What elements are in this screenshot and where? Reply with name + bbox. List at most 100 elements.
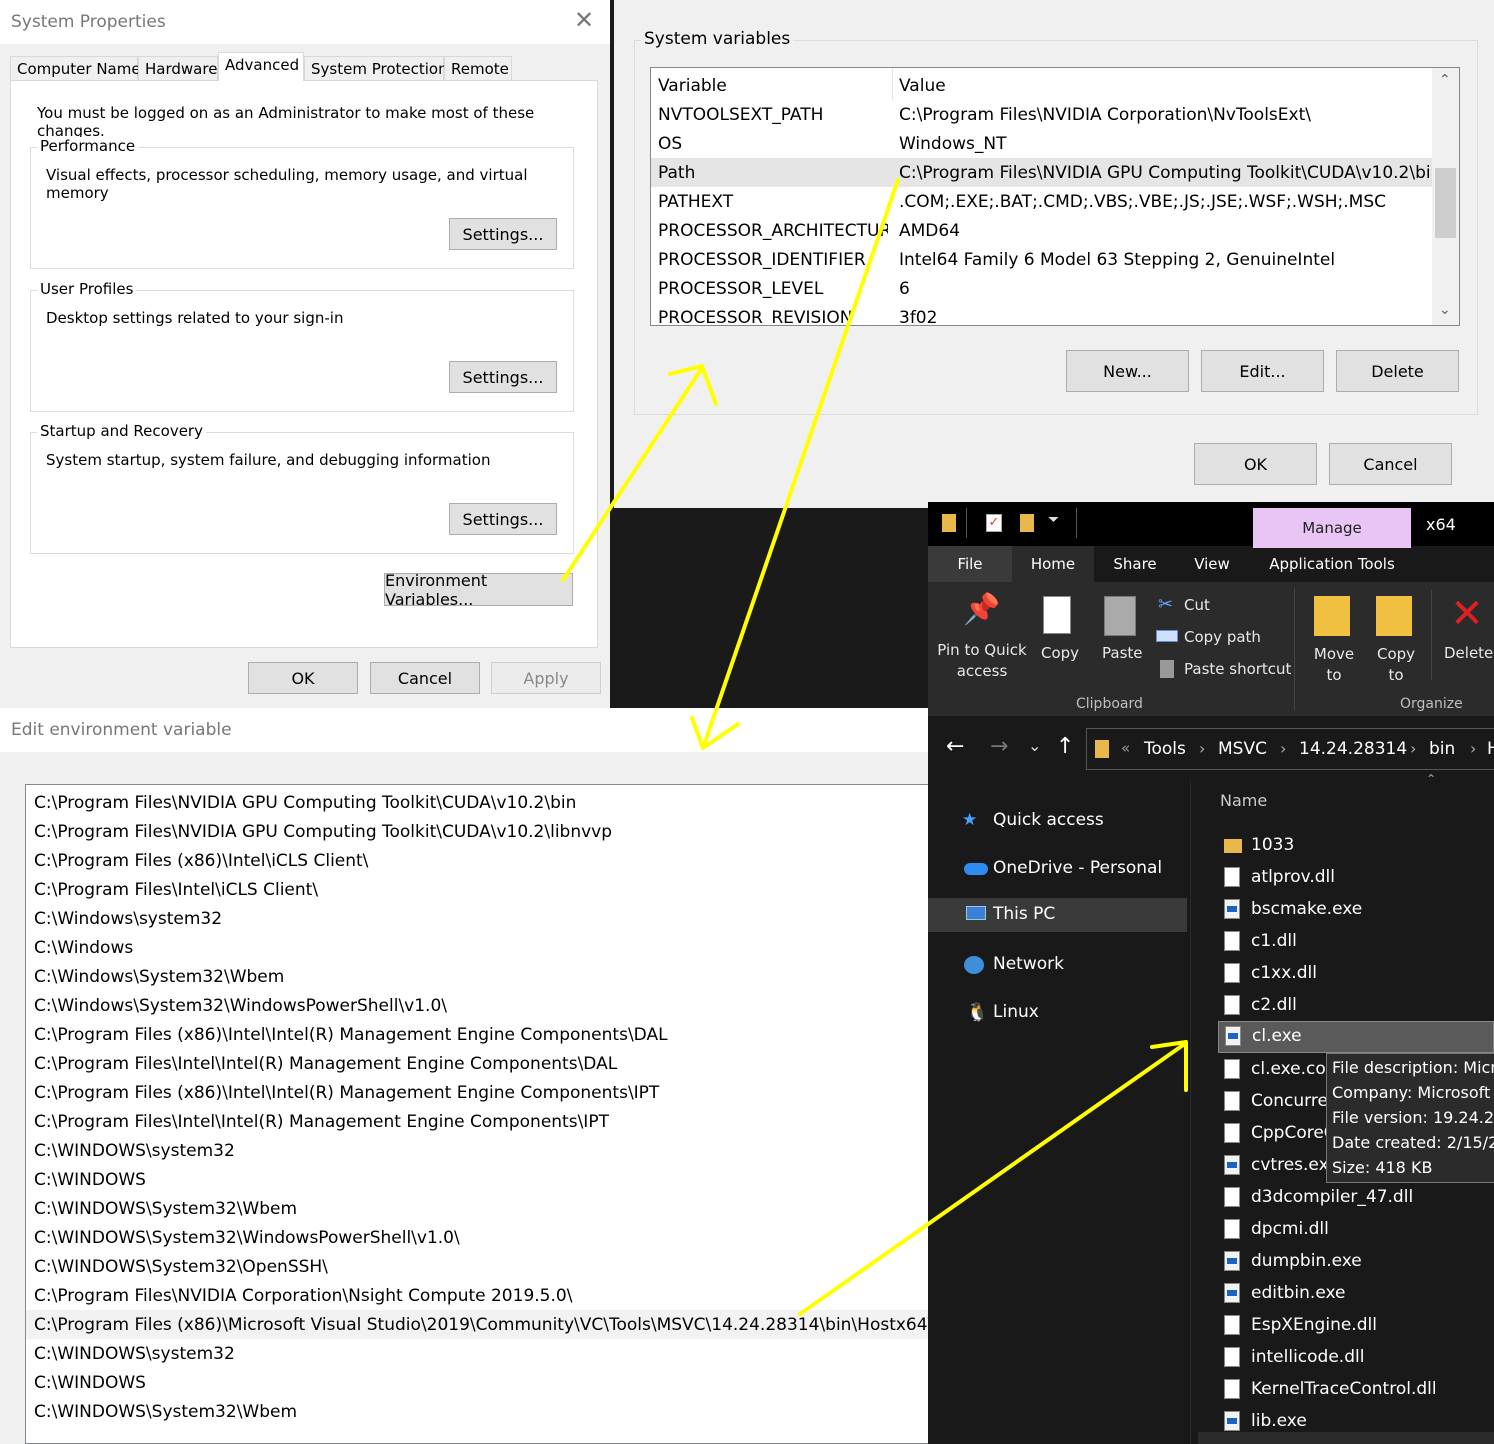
pin-to-quick-access-button[interactable]: 📌 Pin to Quick access [936,592,1028,692]
column-header-name[interactable]: Name [1220,791,1267,810]
ok-button[interactable]: OK [248,662,358,694]
tab-home[interactable]: Home [1012,546,1094,582]
list-item[interactable]: C:\Program Files\Intel\iCLS Client\ [26,875,929,904]
file-row[interactable]: atlprov.dll [1218,863,1488,893]
startup-settings-button[interactable]: Settings... [449,503,557,535]
list-item[interactable]: C:\WINDOWS\System32\Wbem [26,1397,929,1426]
table-row[interactable]: NVTOOLSEXT_PATH C:\Program Files\NVIDIA C… [651,100,1459,129]
paste-shortcut-button[interactable]: Paste shortcut [1158,658,1298,682]
tab-computer-name[interactable]: Computer Name [10,56,141,80]
file-row[interactable]: intellicode.dll [1218,1343,1488,1373]
file-row-selected[interactable]: cl.exe [1218,1021,1494,1053]
path-list[interactable]: C:\Program Files\NVIDIA GPU Computing To… [25,784,930,1444]
breadcrumb-separator-icon[interactable]: › [1280,739,1286,758]
ok-button[interactable]: OK [1194,443,1317,485]
file-row[interactable]: c2.dll [1218,991,1488,1021]
scroll-down-icon[interactable]: ⌄ [1439,302,1451,318]
file-row[interactable]: 1033 [1218,831,1488,861]
properties-icon[interactable]: ✓ [986,514,1002,532]
cancel-button[interactable]: Cancel [370,662,480,694]
list-item-selected[interactable]: C:\Program Files (x86)\Microsoft Visual … [26,1310,929,1339]
delete-button[interactable]: ✕ Delete [1440,592,1494,692]
breadcrumb-msvc[interactable]: MSVC [1218,739,1267,759]
file-row[interactable]: bscmake.exe [1218,895,1488,925]
file-row[interactable]: KernelTraceControl.dll [1218,1375,1488,1405]
table-row[interactable]: PATHEXT .COM;.EXE;.BAT;.CMD;.VBS;.VBE;.JS… [651,187,1459,216]
system-variables-list[interactable]: Variable Value NVTOOLSEXT_PATH C:\Program… [650,67,1460,326]
environment-variables-button[interactable]: Environment Variables... [384,571,573,609]
table-row[interactable]: PROCESSOR_LEVEL 6 [651,274,1459,303]
list-item[interactable]: C:\Program Files\Intel\Intel(R) Manageme… [26,1107,929,1136]
recent-locations-icon[interactable]: ⌄ [1028,736,1041,755]
table-row[interactable]: PROCESSOR_ARCHITECTURE AMD64 [651,216,1459,245]
tab-remote[interactable]: Remote [444,56,512,80]
list-item[interactable]: C:\Windows\System32\WindowsPowerShell\v1… [26,991,929,1020]
address-bar[interactable]: « Tools › MSVC › 14.24.28314 › bin › H [1086,728,1494,770]
paste-button[interactable]: Paste [1096,592,1146,672]
list-item[interactable]: C:\Program Files (x86)\Intel\iCLS Client… [26,846,929,875]
forward-arrow-icon[interactable]: → [990,734,1008,759]
breadcrumb-version[interactable]: 14.24.28314 [1299,739,1407,759]
back-arrow-icon[interactable]: ← [946,734,964,759]
edit-button[interactable]: Edit... [1201,350,1324,392]
nav-this-pc[interactable]: This PC [928,898,1187,932]
file-row[interactable]: c1.dll [1218,927,1488,957]
scroll-up-icon[interactable]: ⌃ [1439,72,1451,88]
apply-button[interactable]: Apply [491,662,601,694]
list-item[interactable]: C:\WINDOWS\system32 [26,1136,929,1165]
horizontal-scrollbar[interactable] [1198,1432,1494,1444]
list-item[interactable]: C:\WINDOWS [26,1165,929,1194]
list-item[interactable]: C:\WINDOWS\system32 [26,1339,929,1368]
move-to-button[interactable]: Move to [1306,592,1356,692]
list-item[interactable]: C:\Windows\System32\Wbem [26,962,929,991]
list-item[interactable]: C:\WINDOWS\System32\Wbem [26,1194,929,1223]
user-profiles-settings-button[interactable]: Settings... [449,361,557,393]
list-item[interactable]: C:\Program Files (x86)\Intel\Intel(R) Ma… [26,1020,929,1049]
tab-system-protection[interactable]: System Protection [304,56,448,80]
tab-share[interactable]: Share [1094,546,1176,582]
close-icon[interactable]: ✕ [574,6,594,34]
list-item[interactable]: C:\Windows\system32 [26,904,929,933]
tab-view[interactable]: View [1176,546,1248,582]
file-row[interactable]: dumpbin.exe [1218,1247,1488,1277]
column-value[interactable]: Value [899,76,946,96]
tab-hardware[interactable]: Hardware [138,56,218,80]
list-item[interactable]: C:\Program Files\NVIDIA GPU Computing To… [26,788,929,817]
file-row[interactable]: c1xx.dll [1218,959,1488,989]
list-item[interactable]: C:\WINDOWS\System32\OpenSSH\ [26,1252,929,1281]
scroll-thumb[interactable] [1435,168,1456,238]
list-item[interactable]: C:\WINDOWS [26,1368,929,1397]
breadcrumb-tools[interactable]: Tools [1144,739,1186,759]
breadcrumb-separator-icon[interactable]: › [1470,739,1476,758]
copy-button[interactable]: Copy [1033,592,1083,672]
file-row[interactable]: EspXEngine.dll [1218,1311,1488,1341]
list-item[interactable]: C:\Program Files\NVIDIA Corporation\Nsig… [26,1281,929,1310]
up-arrow-icon[interactable]: ↑ [1056,734,1074,759]
file-row[interactable]: dpcmi.dll [1218,1215,1488,1245]
overflow-chevron-icon[interactable]: « [1121,739,1130,757]
vertical-scrollbar[interactable]: ⌃ ⌄ [1432,68,1459,325]
new-button[interactable]: New... [1066,350,1189,392]
performance-settings-button[interactable]: Settings... [449,218,557,250]
table-row[interactable]: OS Windows_NT [651,129,1459,158]
tab-application-tools[interactable]: Application Tools [1253,546,1411,582]
manage-tab-header[interactable]: Manage [1253,508,1411,548]
table-row[interactable]: PROCESSOR_REVISION 3f02 [651,303,1459,325]
delete-button[interactable]: Delete [1336,350,1459,392]
folder-icon[interactable] [942,514,956,532]
file-row[interactable]: editbin.exe [1218,1279,1488,1309]
breadcrumb-separator-icon[interactable]: › [1410,739,1416,758]
breadcrumb-hostx64[interactable]: H [1487,739,1494,759]
list-item[interactable]: C:\Windows [26,933,929,962]
column-variable[interactable]: Variable [658,76,727,96]
table-row[interactable]: PROCESSOR_IDENTIFIER Intel64 Family 6 Mod… [651,245,1459,274]
list-item[interactable]: C:\Program Files\NVIDIA GPU Computing To… [26,817,929,846]
cancel-button[interactable]: Cancel [1329,443,1452,485]
copy-to-button[interactable]: Copy to [1368,592,1418,692]
new-folder-icon[interactable] [1020,514,1034,532]
breadcrumb-separator-icon[interactable]: › [1199,739,1205,758]
tab-advanced[interactable]: Advanced [218,52,304,81]
cut-button[interactable]: ✂ Cut [1158,594,1298,618]
customize-toolbar-icon[interactable]: ⏷ [1048,512,1059,528]
file-row[interactable]: d3dcompiler_47.dll [1218,1183,1488,1213]
